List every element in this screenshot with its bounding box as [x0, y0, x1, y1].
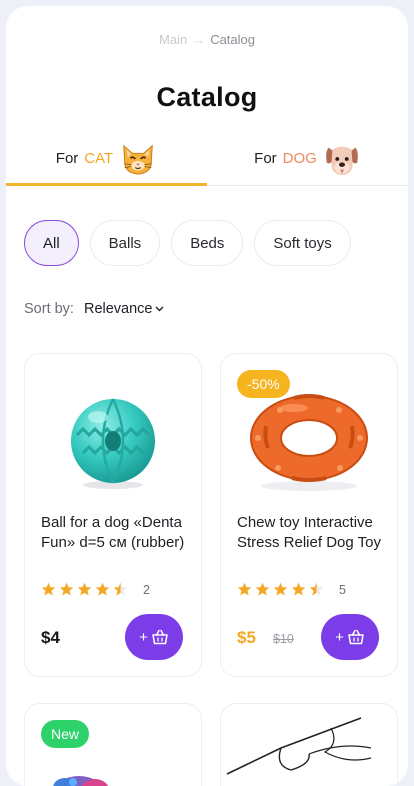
product-rating: 5 [237, 582, 346, 597]
dog-face-icon [325, 146, 358, 175]
breadcrumb-home[interactable]: Main [159, 32, 187, 47]
review-count: 2 [143, 582, 150, 597]
filter-soft-toys[interactable]: Soft toys [254, 220, 351, 266]
product-card[interactable] [220, 703, 398, 786]
product-old-price: $10 [273, 632, 294, 646]
tab-pet-name: CAT [84, 150, 114, 167]
sort-label: Sort by: [24, 301, 74, 317]
product-card[interactable]: Ball for a dog «Denta Fun» d=5 см (rubbe… [24, 353, 202, 677]
star-icon [59, 582, 74, 596]
tab-pet-name: DOG [282, 150, 317, 167]
chevron-down-icon [155, 306, 164, 312]
cat-face-icon [123, 144, 153, 175]
plus-icon: + [139, 628, 148, 646]
product-grid: Ball for a dog «Denta Fun» d=5 см (rubbe… [24, 353, 398, 786]
plus-icon: + [335, 628, 344, 646]
star-icon [273, 582, 288, 596]
basket-icon [152, 629, 168, 645]
tab-for-cat[interactable]: For CAT [6, 132, 207, 186]
orange-ring-image [250, 394, 368, 491]
filter-beds[interactable]: Beds [171, 220, 244, 266]
basket-icon [348, 629, 364, 645]
app-screen: Main → Catalog Catalog For CAT For DOG A… [6, 6, 408, 786]
star-icon [77, 582, 92, 596]
filter-all[interactable]: All [24, 220, 79, 266]
sort-control: Sort by: Relevance [24, 301, 164, 317]
star-icon [291, 582, 306, 596]
product-price: $5 [237, 628, 256, 647]
star-half-icon [309, 582, 324, 596]
category-filters: All Balls Beds Soft toys [24, 220, 400, 266]
filter-balls[interactable]: Balls [89, 220, 161, 266]
product-price: $4 [41, 628, 60, 647]
star-icon [95, 582, 110, 596]
page-title: Catalog [156, 82, 258, 112]
add-to-cart-button[interactable]: + [125, 614, 183, 660]
review-count: 5 [339, 582, 346, 597]
product-rating: 2 [41, 582, 150, 597]
new-badge: New [41, 720, 90, 748]
breadcrumb-current: Catalog [210, 32, 255, 47]
sort-dropdown[interactable]: Relevance [84, 301, 165, 317]
tab-prefix: For [254, 150, 277, 167]
product-image [25, 376, 201, 506]
product-title: Ball for a dog «Denta Fun» d=5 см (rubbe… [41, 514, 185, 551]
discount-badge: -50% [237, 370, 290, 398]
tab-for-dog[interactable]: For DOG [207, 132, 408, 185]
add-to-cart-button[interactable]: + [321, 614, 379, 660]
product-card[interactable]: -50% Chew toy Interactive Stress Relief … [220, 353, 398, 677]
star-icon [255, 582, 270, 596]
star-half-icon [113, 582, 128, 596]
star-icon [237, 582, 252, 596]
breadcrumb: Main → Catalog [6, 32, 408, 47]
turquoise-ball-image [71, 398, 155, 489]
sort-value: Relevance [83, 301, 153, 317]
product-title: Chew toy Interactive Stress Relief Dog T… [237, 514, 381, 551]
pet-tabs: For CAT For DOG [6, 132, 408, 186]
tab-prefix: For [55, 150, 79, 167]
breadcrumb-separator: → [192, 32, 206, 47]
plush-toy-image [53, 776, 109, 786]
line-drawing-toy-image [226, 717, 372, 775]
star-icon [41, 582, 56, 596]
product-card[interactable]: New [24, 703, 202, 786]
